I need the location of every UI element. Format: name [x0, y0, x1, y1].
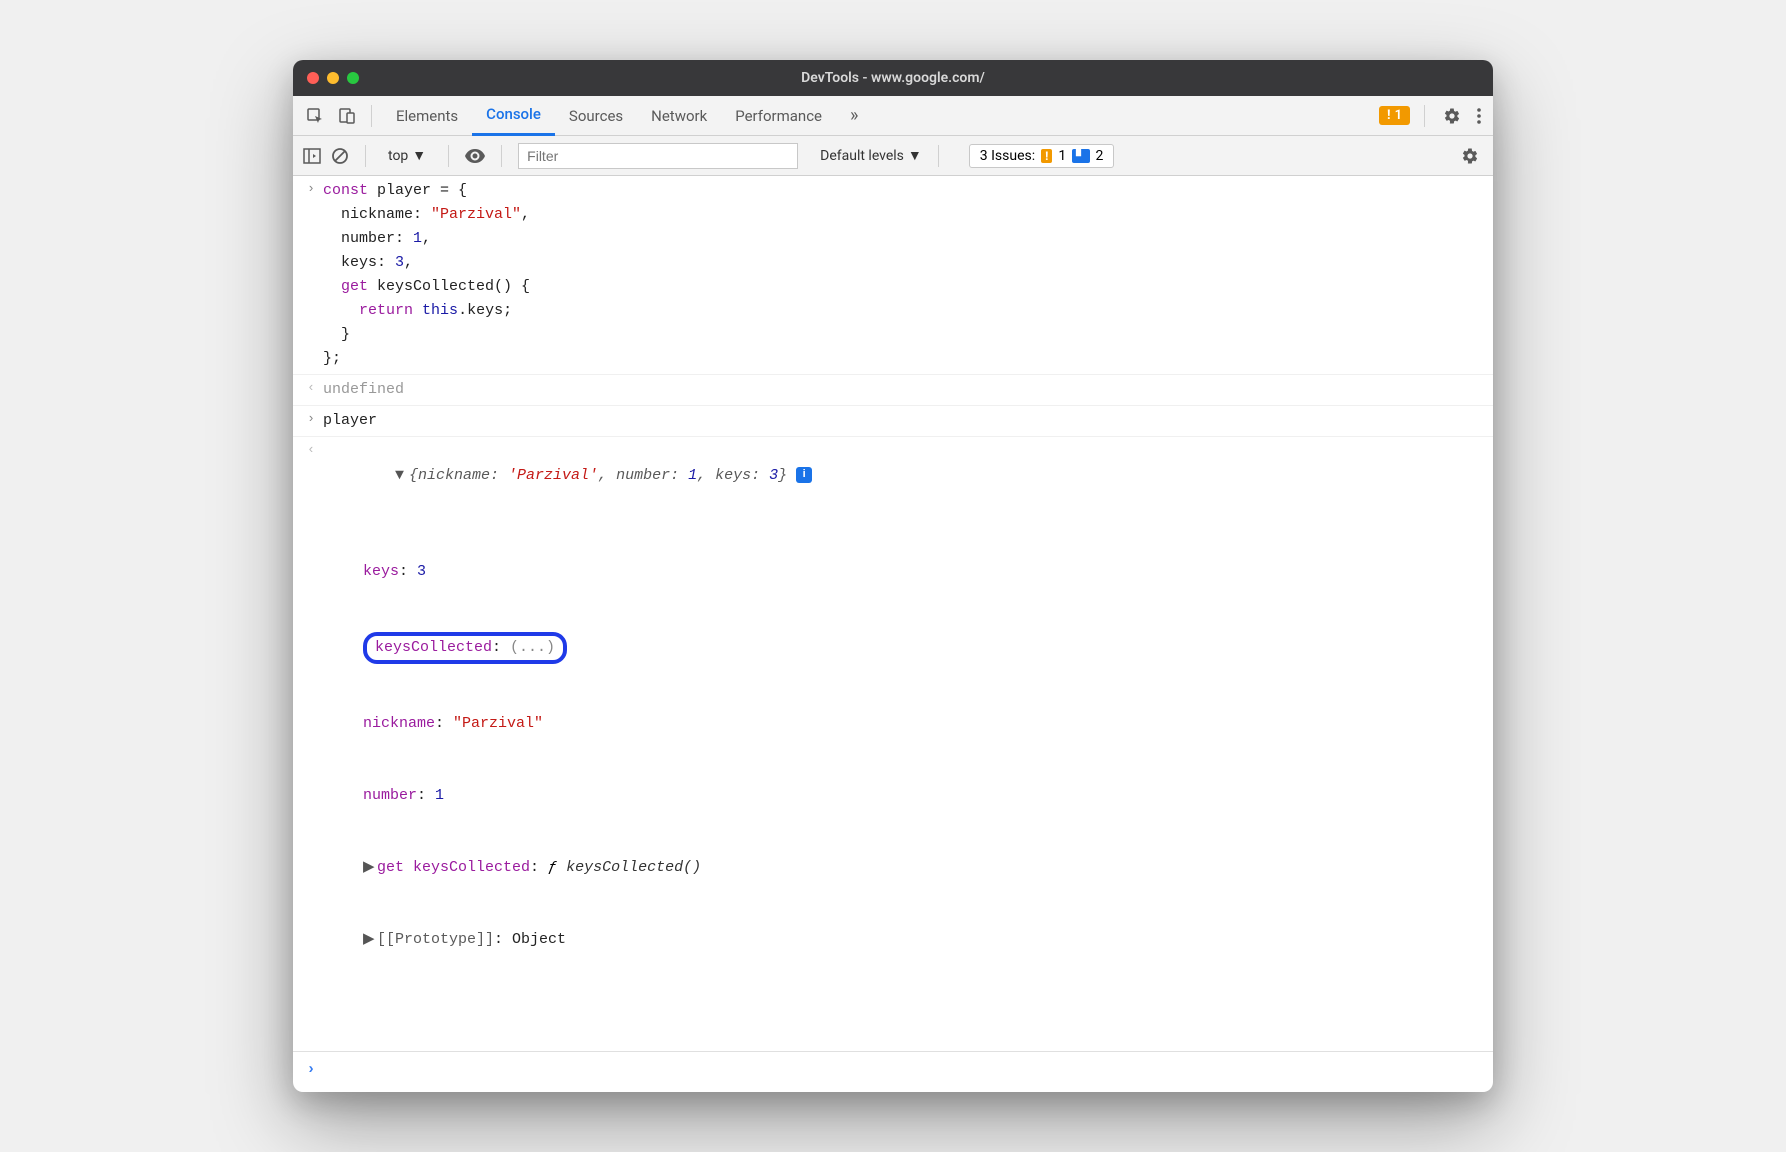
console-result-row: ‹ undefined	[293, 375, 1493, 406]
warning-icon: !	[1387, 108, 1391, 123]
log-levels-selector[interactable]: Default levels ▼	[820, 147, 922, 164]
panel-tabs: Elements Console Sources Network Perform…	[382, 96, 872, 136]
tab-network[interactable]: Network	[637, 96, 721, 136]
dropdown-icon: ▼	[908, 147, 922, 164]
levels-label: Default levels	[820, 148, 904, 164]
traffic-lights	[307, 72, 359, 84]
divider	[938, 145, 939, 167]
input-arrow-icon: ›	[299, 409, 323, 433]
live-expression-icon[interactable]	[465, 149, 485, 163]
collapse-triangle-icon[interactable]: ▼	[395, 464, 409, 488]
divider	[365, 145, 366, 167]
more-icon[interactable]	[1473, 103, 1485, 129]
object-result[interactable]: ▼{nickname: 'Parzival', number: 1, keys:…	[323, 440, 1483, 1048]
prop-prototype[interactable]: ▶[[Prototype]]: Object	[363, 928, 1483, 952]
titlebar: DevTools - www.google.com/	[293, 60, 1493, 96]
issues-warn-count: 1	[1058, 148, 1066, 164]
prop-getter[interactable]: ▶get keysCollected: ƒ keysCollected()	[363, 856, 1483, 880]
divider	[371, 105, 372, 127]
issues-info-count: 2	[1096, 148, 1104, 164]
console-settings-icon[interactable]	[1457, 143, 1483, 169]
filter-input[interactable]	[518, 143, 798, 169]
warnings-badge[interactable]: ! 1	[1379, 106, 1410, 125]
warnings-count: 1	[1395, 108, 1402, 123]
inspect-icon[interactable]	[301, 102, 329, 130]
tab-performance[interactable]: Performance	[721, 96, 836, 136]
console-input-row: › const player = { nickname: "Parzival",…	[293, 176, 1493, 375]
expand-triangle-icon[interactable]: ▶	[363, 856, 377, 880]
context-label: top	[388, 148, 408, 164]
console-toolbar: top ▼ Default levels ▼ 3 Issues: ! 1 ▘ 2	[293, 136, 1493, 176]
prompt-arrow-icon: ›	[299, 1058, 323, 1082]
prompt-input[interactable]	[323, 1058, 1483, 1082]
tab-elements[interactable]: Elements	[382, 96, 472, 136]
minimize-button[interactable]	[327, 72, 339, 84]
undefined-result: undefined	[323, 378, 1483, 402]
code-block[interactable]: const player = { nickname: "Parzival", n…	[323, 179, 1483, 371]
code-input[interactable]: player	[323, 409, 1483, 433]
devtools-window: DevTools - www.google.com/ Elements Cons…	[293, 60, 1493, 1092]
divider	[448, 145, 449, 167]
window-title: DevTools - www.google.com/	[293, 70, 1493, 86]
input-arrow-icon: ›	[299, 179, 323, 371]
prop-keyscollected[interactable]: keysCollected: (...)	[363, 632, 1483, 664]
issues-badge[interactable]: 3 Issues: ! 1 ▘ 2	[969, 144, 1115, 168]
tab-sources[interactable]: Sources	[555, 96, 637, 136]
output-arrow-icon: ‹	[299, 378, 323, 402]
sidebar-toggle-icon[interactable]	[303, 148, 321, 164]
divider	[501, 145, 502, 167]
info-icon[interactable]: i	[796, 467, 812, 483]
issues-label: 3 Issues:	[980, 148, 1035, 164]
info-chip-icon: ▘	[1072, 149, 1089, 163]
expand-triangle-icon[interactable]: ▶	[363, 928, 377, 952]
device-toggle-icon[interactable]	[333, 102, 361, 130]
tab-bar-right: ! 1	[1379, 103, 1485, 129]
close-button[interactable]	[307, 72, 319, 84]
console-body: › const player = { nickname: "Parzival",…	[293, 176, 1493, 1092]
context-selector[interactable]: top ▼	[382, 145, 432, 166]
tab-bar: Elements Console Sources Network Perform…	[293, 96, 1493, 136]
divider	[1424, 105, 1425, 127]
settings-icon[interactable]	[1439, 103, 1465, 129]
dropdown-icon: ▼	[412, 147, 426, 164]
console-result-row: ‹ ▼{nickname: 'Parzival', number: 1, key…	[293, 437, 1493, 1051]
tab-console[interactable]: Console	[472, 96, 555, 136]
tab-overflow[interactable]: »	[836, 96, 872, 136]
console-input-row: › player	[293, 406, 1493, 437]
warning-chip-icon: !	[1041, 149, 1052, 163]
prop-number[interactable]: number: 1	[363, 784, 1483, 808]
prop-keys[interactable]: keys: 3	[363, 560, 1483, 584]
prop-nickname[interactable]: nickname: "Parzival"	[363, 712, 1483, 736]
output-arrow-icon: ‹	[299, 440, 323, 1048]
clear-console-icon[interactable]	[331, 147, 349, 165]
maximize-button[interactable]	[347, 72, 359, 84]
console-prompt[interactable]: ›	[293, 1051, 1493, 1092]
object-properties: keys: 3 keysCollected: (...) nickname: "…	[323, 512, 1483, 1000]
